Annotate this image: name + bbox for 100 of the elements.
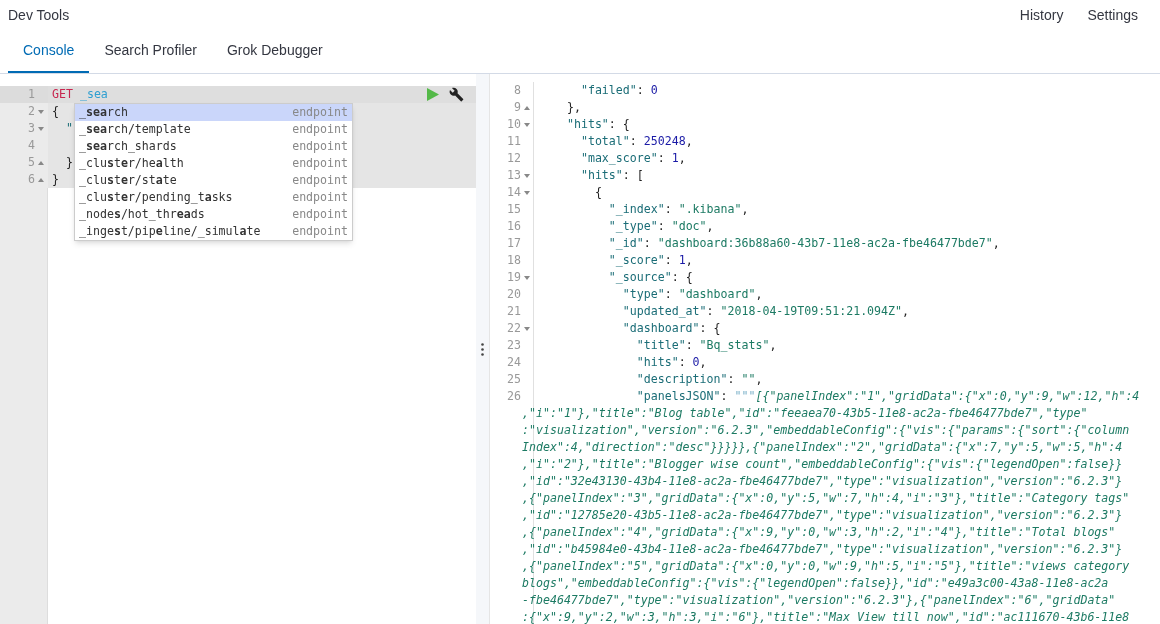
code-token: : [678,354,687,371]
code-token: "failed" [579,82,637,99]
autocomplete-item[interactable]: _search/template endpoint [75,121,352,138]
code-token: "2018-04-19T09:51:21.094Z" [720,303,902,320]
code-token: : { [671,269,693,286]
fold-caret-icon[interactable] [38,160,44,165]
code-token: -fbe46477bde7","type":"visualization","version":"6.2.3"},{"panelIndex":"6","gridData" [522,592,1116,609]
resize-handle-icon[interactable] [481,342,484,356]
line-number: 10 [507,116,521,133]
line-number: 12 [507,150,521,167]
line-number: 3 [28,120,35,137]
fold-caret-icon[interactable] [524,326,530,331]
code-token: , [741,201,749,218]
autocomplete-item[interactable]: _cluster/state endpoint [75,172,352,189]
code-token: , [769,337,777,354]
code-token: : [664,201,673,218]
fold-caret-icon[interactable] [38,109,44,114]
code-token: , [678,150,686,167]
code-token: "_index" [607,201,665,218]
line-number: 13 [507,167,521,184]
line-number: 5 [28,154,35,171]
code-token: GET [52,86,73,103]
code-token: "_score" [607,252,665,269]
play-icon[interactable] [427,88,439,101]
fold-caret-icon[interactable] [524,122,530,127]
wrench-icon[interactable] [449,87,464,102]
code-token: ".kibana" [678,201,742,218]
code-token: :{"x":9,"y":2,"w":3,"h":3,"i":"6"},"title":"Max View till now","id":"ac111670-43b6-11e8 [522,609,1130,624]
line-number: 11 [507,133,521,150]
code-token: { [593,184,602,201]
autocomplete-item[interactable]: _search_shards endpoint [75,138,352,155]
code-token: 1 [671,150,679,167]
code-token: 1 [678,252,686,269]
code-token: " [64,120,73,137]
code-token: : { [699,320,721,337]
code-token: , [902,303,909,320]
suggestion-type: endpoint [292,121,348,138]
line-number: 6 [28,171,35,188]
line-number: 1 [28,86,35,103]
code-token: "total" [579,133,630,150]
code-token: }, [565,99,581,116]
line-number: 21 [507,303,521,320]
code-token: : [685,337,694,354]
code-token: : [ [622,167,644,184]
header-link[interactable]: History [1019,4,1064,26]
code-token: "_type" [607,218,658,235]
line-number: 14 [507,184,521,201]
code-token: ,"i":"1"},"title":"Blog table","id":"feeaea70-43b5-11e8-ac2a-fbe46477bde7","type" [522,405,1088,422]
line-number: 20 [507,286,521,303]
code-token: ,{"panelIndex":"3","gridData":{"x":0,"y":5,"w":7,"h":4,"i":"3"},"title":"Category tags" [522,490,1130,507]
fold-caret-icon[interactable] [38,126,44,131]
code-token: { [52,103,59,120]
tab[interactable]: Grok Debugger [211,30,338,73]
code-token: "max_score" [579,150,658,167]
code-token: """ [734,388,756,405]
code-token: "_source" [607,269,672,286]
tab[interactable]: Console [8,30,90,73]
line-number: 25 [507,371,521,388]
tab[interactable]: Search Profiler [89,30,212,73]
code-token: : [643,235,652,252]
header-link[interactable]: Settings [1087,4,1138,26]
code-token: : [657,150,666,167]
code-token: blogs","embeddableConfig":{"vis":{"legendOpen":false}},"id":"e49a3c00-43a8-11e8-ac2a [522,575,1109,592]
code-token: : [657,218,666,235]
line-number: 18 [507,252,521,269]
fold-caret-icon[interactable] [524,105,530,110]
autocomplete-item[interactable]: _search endpoint [75,104,352,121]
code-token: "Bq_stats" [699,337,770,354]
code-token: , [992,235,1000,252]
code-token: _sea [78,86,108,103]
code-token: : [706,303,715,320]
autocomplete-item[interactable]: _ingest/pipeline/_simulate endpoint [75,223,352,240]
code-token: : [636,82,645,99]
app-title: Dev Tools [8,5,70,25]
fold-caret-icon[interactable] [524,173,530,178]
fold-caret-icon[interactable] [524,275,530,280]
line-number: 17 [507,235,521,252]
autocomplete-item[interactable]: _cluster/health endpoint [75,155,352,172]
code-token: : [664,252,673,269]
code-token: 250248 [643,133,686,150]
code-token: "doc" [671,218,707,235]
code-token: ,"id":"b45984e0-43b4-11e8-ac2a-fbe46477bde7","type":"visualization","version":"6.2.3"} [522,541,1123,558]
code-token: ,{"panelIndex":"4","gridData":{"x":9,"y":0,"w":3,"h":2,"i":"4"},"title":"Total blogs" [522,524,1116,541]
code-token: "" [741,371,756,388]
code-token: "_id" [607,235,644,252]
code-token: ,"id":"12785e20-43b5-11e8-ac2a-fbe46477bde7","type":"visualization","version":"6.2.3"} [522,507,1123,524]
suggestion-type: endpoint [292,172,348,189]
autocomplete-item[interactable]: _nodes/hot_threads endpoint [75,206,352,223]
code-token: : { [608,116,630,133]
code-token: "updated_at" [621,303,707,320]
code-token: , [755,286,763,303]
code-token: , [755,371,763,388]
code-token: , [706,218,714,235]
fold-caret-icon[interactable] [38,177,44,182]
line-number: 23 [507,337,521,354]
autocomplete-item[interactable]: _cluster/pending_tasks endpoint [75,189,352,206]
line-number: 2 [28,103,35,120]
code-token: ,{"panelIndex":"5","gridData":{"x":0,"y":0,"w":9,"h":5,"i":"5"},"title":"views category [522,558,1130,575]
fold-caret-icon[interactable] [524,190,530,195]
line-number: 15 [507,201,521,218]
